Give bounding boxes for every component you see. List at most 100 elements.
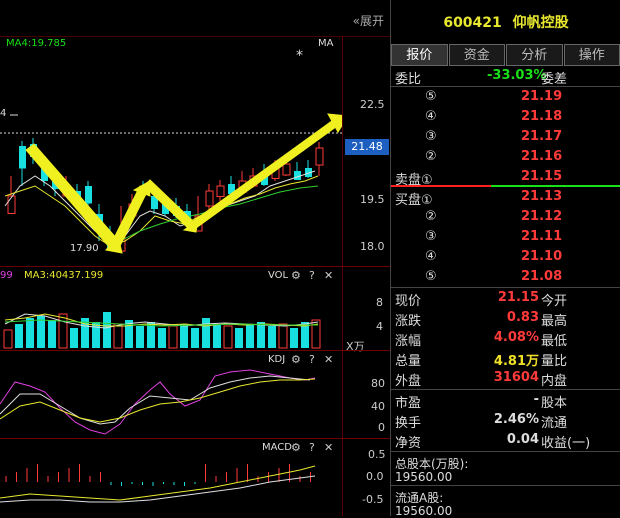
vol-bar (268, 326, 276, 348)
stock-name: 仰帆控股 (513, 15, 569, 31)
sell-row: ③ 21.17 (391, 127, 620, 147)
buy-row-label: ⑤ (425, 269, 437, 284)
sell-row-label: ② (425, 149, 437, 164)
vol-bar (213, 324, 221, 348)
sell-row-price: 21.19 (521, 89, 562, 104)
sell-row-label: ③ (425, 129, 437, 144)
quote-row-label: 总量 (395, 350, 421, 369)
quote-row-value: 4.81万 (494, 350, 539, 369)
weibi-label: 委比 (395, 68, 421, 87)
finance-row: 市盈 -股本 (391, 390, 620, 410)
quote-row: 涨幅4.08%最低 (391, 328, 620, 348)
finance-row-value: 0.04 (507, 432, 539, 447)
vol-bar (191, 328, 199, 348)
finance-row-right-label: 股本 (541, 392, 567, 411)
axis-separator (342, 36, 343, 516)
quote-row: 现价21.15今开 (391, 288, 620, 308)
quote-row-right-label: 今开 (541, 290, 567, 309)
weibi-row: 委比 -33.03% 委差 (391, 66, 620, 86)
tab-quote[interactable]: 报价 (391, 44, 448, 66)
candle-body (206, 191, 213, 206)
kdj-chart (0, 364, 342, 438)
vol-bar (290, 328, 298, 348)
vol-bar (279, 324, 287, 348)
vol-tick-8: 8 (376, 296, 383, 309)
finance-row-value: 2.46% (494, 412, 539, 427)
finance-row: 换手 2.46%流通 (391, 410, 620, 430)
macd-chart (0, 452, 342, 516)
macd-tick-zero: 0.0 (366, 470, 384, 483)
vol-bar (158, 328, 166, 348)
macd-tick-neg: -0.5 (362, 493, 383, 506)
vol-title: VOL (268, 270, 288, 281)
vol-gear-icon[interactable]: ⚙ (291, 269, 301, 282)
quote-panel: 600421 仰帆控股 报价 资金 分析 操作 委比 -33.03% 委差 ⑤ 2… (390, 0, 620, 516)
vol-bar (70, 328, 78, 348)
quote-row: 总量 4.81万量比 (391, 348, 620, 368)
tab-analysis[interactable]: 分析 (506, 44, 563, 66)
vol-ma3-label: MA3:40437.199 (24, 270, 103, 281)
tab-operation[interactable]: 操作 (564, 44, 620, 66)
buy-row-price: 21.08 (521, 269, 562, 284)
kdj-divider (0, 350, 390, 351)
sell-row: ④ 21.18 (391, 107, 620, 127)
vol-bar (180, 324, 188, 348)
buy-row-price: 21.10 (521, 249, 562, 264)
vol-close-icon[interactable]: ✕ (324, 269, 333, 282)
low-price-label: 17.90 (70, 243, 99, 254)
vol-divider (0, 266, 390, 267)
sell-row-label: ⑤ (425, 89, 437, 104)
quote-row-right-label: 量比 (541, 350, 567, 369)
candle-body (217, 186, 224, 197)
sell-row-price: 21.15 (521, 169, 562, 184)
buy-row-price: 21.12 (521, 209, 562, 224)
weicha-label: 委差 (541, 68, 567, 87)
buy-row-label: 买盘① (395, 189, 433, 208)
buy-row: 买盘① 21.13 (391, 187, 620, 207)
finance-row-right-label: 流通 (541, 412, 567, 431)
vol-bar (246, 324, 254, 348)
expand-button[interactable]: «展开 (353, 12, 384, 29)
sep-finance (391, 451, 620, 452)
tab-funds[interactable]: 资金 (449, 44, 506, 66)
sell-row: ② 21.16 (391, 147, 620, 167)
finance-row-label: 市盈 (395, 392, 421, 411)
finance-row-label: 换手 (395, 412, 421, 431)
buy-row: ②21.12 (391, 207, 620, 227)
sell-row-label: ④ (425, 109, 437, 124)
buy-row-label: ④ (425, 249, 437, 264)
vol-bar (37, 316, 45, 348)
buy-row-price: 21.13 (521, 189, 562, 204)
kline-tick-1: 22.5 (360, 98, 385, 111)
buy-row-label: ③ (425, 229, 437, 244)
quote-row-label: 涨跌 (395, 310, 421, 329)
quote-row-value: 0.83 (507, 310, 539, 325)
vol-bar (257, 322, 265, 348)
kline-chart (0, 36, 342, 266)
vol-help-icon[interactable]: ? (309, 269, 315, 282)
vol-bar (92, 322, 100, 348)
quote-row-right-label: 内盘 (541, 370, 567, 389)
sell-row: 卖盘①21.15 (391, 167, 620, 187)
sell-row-price: 21.17 (521, 129, 562, 144)
stock-title: 600421 仰帆控股 (391, 12, 620, 32)
candle-body (8, 196, 15, 214)
candle-body (316, 148, 323, 165)
quote-row-label: 现价 (395, 290, 421, 309)
kdj-tick-0: 0 (378, 421, 385, 434)
vol-prefix: 99 (0, 270, 13, 281)
vol-bar (114, 324, 122, 348)
finance-row-value: - (534, 392, 539, 407)
sell-row-price: 21.18 (521, 109, 562, 124)
buy-row: ⑤ 21.08 (391, 267, 620, 287)
macd-divider (0, 438, 390, 439)
kdj-tick-80: 80 (371, 377, 385, 390)
vol-unit: X万 (346, 338, 365, 354)
quote-row-label: 外盘 (395, 370, 421, 389)
buy-row-price: 21.11 (521, 229, 562, 244)
finance-row: 净资0.04收益(一) (391, 430, 620, 450)
sell-row: ⑤ 21.19 (391, 87, 620, 107)
chart-pane[interactable]: «展开 MA4:19.785 MA * 4 22.5 21.48 19.5 18… (0, 0, 390, 516)
sell-row-price: 21.16 (521, 149, 562, 164)
stock-code: 600421 (443, 15, 501, 31)
